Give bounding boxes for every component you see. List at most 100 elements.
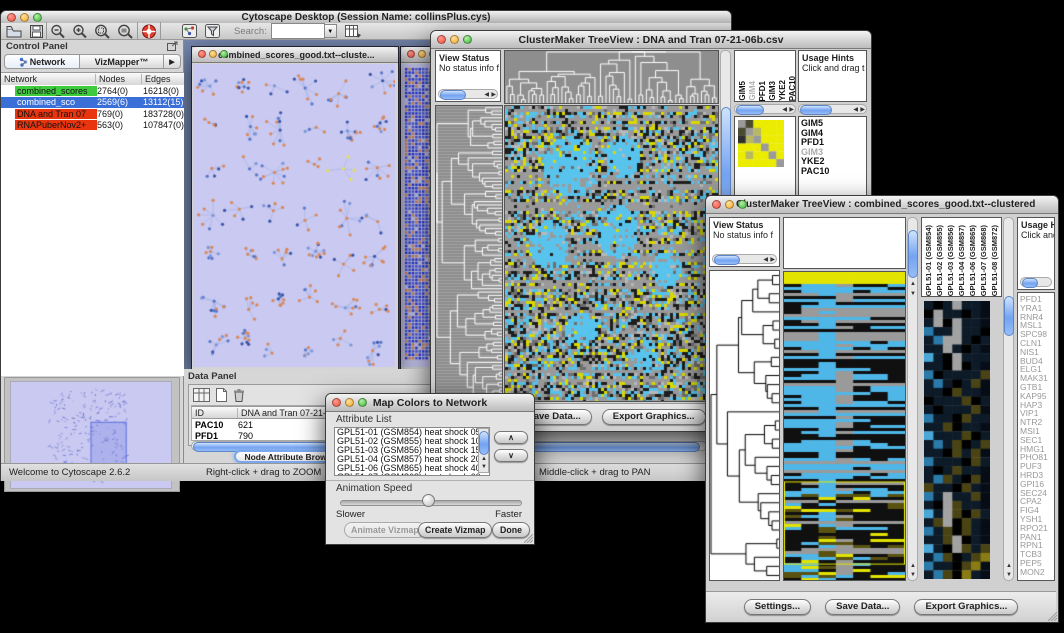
treeview2-button[interactable]: Settings... bbox=[744, 599, 811, 615]
treeview2-labels-vscrollbar[interactable]: ▲ ▼ bbox=[1003, 217, 1014, 581]
scroll-thumb[interactable] bbox=[908, 230, 918, 278]
close-icon[interactable] bbox=[437, 35, 446, 44]
treeview1-button[interactable]: Export Graphics... bbox=[602, 409, 706, 425]
view-status-hscrollbar[interactable]: ◀ ▶ bbox=[712, 254, 777, 264]
usage-hints-hscrollbar[interactable] bbox=[1020, 277, 1052, 287]
gene-label[interactable]: MON2 bbox=[1020, 568, 1054, 577]
network-view-canvas[interactable] bbox=[193, 64, 395, 367]
search-dropdown-icon[interactable]: ▼ bbox=[325, 24, 337, 38]
attribute-listbox[interactable]: GPL51-01 (GSM854) heat shock 05 minGPL51… bbox=[334, 427, 490, 476]
minimize-icon[interactable] bbox=[209, 50, 217, 58]
array-column-label[interactable]: GPL51-07 (GSM868) bbox=[979, 225, 988, 296]
close-icon[interactable] bbox=[7, 13, 16, 22]
zoom-heatmap-canvas[interactable] bbox=[924, 301, 990, 579]
treeview1-heatmap[interactable] bbox=[504, 105, 719, 402]
heatmap-canvas[interactable] bbox=[784, 272, 905, 580]
column-label[interactable]: PAC10 bbox=[788, 76, 796, 101]
resize-grip-icon[interactable] bbox=[1048, 612, 1057, 621]
open-file-icon[interactable] bbox=[6, 25, 22, 38]
treeview1-labels-hscrollbar[interactable]: ◀ ▶ bbox=[798, 104, 867, 114]
treeview2-button[interactable]: Export Graphics... bbox=[914, 599, 1018, 615]
minimize-icon[interactable] bbox=[20, 13, 29, 22]
row-dendrogram-canvas[interactable] bbox=[710, 271, 779, 580]
treeview2-heatmap[interactable] bbox=[783, 271, 906, 581]
minimize-icon[interactable] bbox=[418, 50, 426, 58]
attribute-table-icon[interactable] bbox=[345, 24, 361, 38]
maximize-icon[interactable] bbox=[463, 35, 472, 44]
scroll-thumb[interactable] bbox=[1004, 296, 1014, 336]
network-row-icon bbox=[4, 121, 13, 129]
filter-funnel-icon[interactable] bbox=[205, 24, 220, 38]
table-mode-icon[interactable] bbox=[193, 388, 210, 402]
array-column-label[interactable]: GPL51-08 (GSM872) bbox=[990, 225, 999, 296]
float-panel-icon[interactable] bbox=[167, 41, 178, 51]
zoom-selected-icon[interactable] bbox=[94, 24, 111, 39]
network-view-icon[interactable] bbox=[182, 24, 197, 38]
tab-network[interactable]: Network bbox=[4, 54, 80, 69]
treeview2-titlebar[interactable]: ClusterMaker TreeView : combined_scores_… bbox=[706, 196, 1058, 214]
treeview2-button[interactable]: Save Data... bbox=[825, 599, 900, 615]
maximize-icon[interactable] bbox=[33, 13, 42, 22]
slower-label: Slower bbox=[336, 509, 365, 520]
column-label[interactable]: PFD1 bbox=[758, 81, 767, 101]
map-dialog-titlebar[interactable]: Map Colors to Network bbox=[326, 394, 534, 412]
treeview1-column-dendrogram[interactable] bbox=[504, 50, 719, 104]
close-icon[interactable] bbox=[332, 398, 341, 407]
treeview2-vscrollbar[interactable]: ▲ ▼ ▲ ▼ bbox=[907, 217, 918, 581]
create-vizmap-button[interactable]: Create Vizmap bbox=[418, 522, 492, 538]
network-tree-row[interactable]: DNA and Tran 07 769(0) 183728(0) bbox=[1, 108, 184, 120]
correlation-minimap-canvas[interactable] bbox=[738, 120, 784, 167]
zoom-out-icon[interactable] bbox=[50, 24, 66, 39]
animation-slider-thumb[interactable] bbox=[422, 494, 435, 507]
move-up-button[interactable]: ∧ bbox=[494, 431, 528, 444]
column-dendrogram-canvas[interactable] bbox=[505, 51, 718, 103]
array-column-label[interactable]: GPL51-02 (GSM855) bbox=[935, 225, 944, 296]
help-lifering-icon[interactable] bbox=[141, 24, 157, 39]
treeview1-mini-hscrollbar[interactable]: ◀ ▶ bbox=[734, 104, 796, 114]
close-icon[interactable] bbox=[407, 50, 415, 58]
treeview1-row-dendrogram[interactable] bbox=[435, 105, 503, 402]
search-input[interactable] bbox=[271, 23, 325, 39]
network-tree-row[interactable]: RNAPuberNov2+ 563(0) 107847(0) bbox=[1, 120, 184, 132]
close-icon[interactable] bbox=[198, 50, 206, 58]
resize-grip-icon[interactable] bbox=[524, 534, 533, 543]
heatmap-canvas[interactable] bbox=[505, 106, 718, 401]
treeview2-row-dendrogram[interactable] bbox=[709, 270, 780, 581]
delete-attribute-trash-icon[interactable] bbox=[233, 388, 245, 402]
array-column-label[interactable]: GPL51-01 (GSM854) bbox=[924, 225, 933, 296]
maximize-icon[interactable] bbox=[358, 398, 367, 407]
column-label[interactable]: YKE2 bbox=[778, 80, 787, 101]
zoom-in-icon[interactable] bbox=[72, 24, 88, 39]
tab-vizmapper[interactable]: VizMapper™ bbox=[80, 54, 164, 69]
treeview2-column-dendrogram[interactable] bbox=[783, 217, 906, 269]
close-icon[interactable] bbox=[712, 200, 721, 209]
array-column-label[interactable]: GPL51-04 (GSM857) bbox=[957, 225, 966, 296]
maximize-icon[interactable] bbox=[738, 200, 747, 209]
attribute-list-vscrollbar[interactable]: ▲ ▼ bbox=[478, 428, 489, 473]
column-label[interactable]: GIM3 bbox=[768, 81, 777, 101]
minimize-icon[interactable] bbox=[345, 398, 354, 407]
array-column-label[interactable]: GPL51-03 (GSM856) bbox=[946, 225, 955, 296]
more-tabs-button[interactable]: ▶ bbox=[164, 54, 181, 69]
view-status-hscrollbar[interactable]: ◀ ▶ bbox=[438, 89, 498, 99]
move-down-button[interactable]: ∨ bbox=[494, 449, 528, 462]
column-label[interactable]: GIM4 bbox=[748, 81, 757, 101]
row-dendrogram-canvas[interactable] bbox=[436, 106, 502, 401]
attribute-item[interactable]: GPL51-07 (GSM868) heat shock 60 min bbox=[335, 473, 489, 476]
animate-vizmap-button[interactable]: Animate Vizmap bbox=[344, 522, 426, 538]
network-tree-row[interactable]: combined_scores 2764(0) 16218(0) bbox=[1, 85, 184, 97]
array-column-label[interactable]: GPL51-06 (GSM865) bbox=[968, 225, 977, 296]
network-window-1-titlebar[interactable]: combined_scores_good.txt--cluste... bbox=[192, 47, 398, 63]
network-name: combined_scores bbox=[15, 86, 97, 96]
network-tree-row[interactable]: combined_sco 2569(6) 13112(15) bbox=[1, 97, 184, 109]
faster-label: Faster bbox=[495, 509, 522, 520]
save-icon[interactable] bbox=[30, 25, 43, 38]
minimize-icon[interactable] bbox=[725, 200, 734, 209]
zoom-fit-icon[interactable] bbox=[117, 24, 134, 39]
column-label[interactable]: GIM5 bbox=[738, 81, 747, 101]
treeview1-titlebar[interactable]: ClusterMaker TreeView : DNA and Tran 07-… bbox=[431, 31, 871, 49]
gene-label[interactable]: PAC10 bbox=[801, 167, 866, 177]
minimize-icon[interactable] bbox=[450, 35, 459, 44]
maximize-icon[interactable] bbox=[220, 50, 228, 58]
new-attribute-icon[interactable] bbox=[215, 388, 228, 402]
